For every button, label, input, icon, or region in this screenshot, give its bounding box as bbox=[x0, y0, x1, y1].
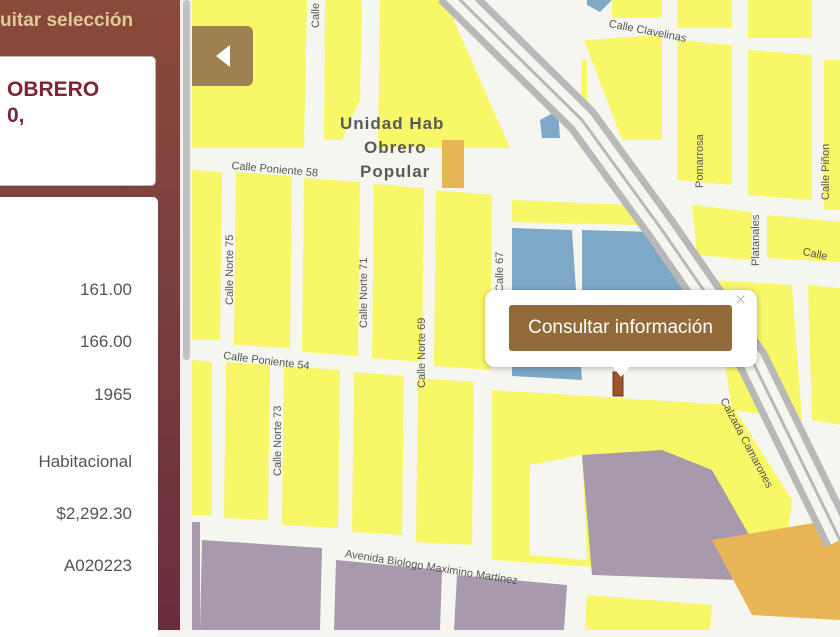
street-label-norte-73: Calle Norte 73 bbox=[272, 405, 284, 476]
map-block bbox=[192, 170, 222, 340]
map-block bbox=[748, 50, 812, 200]
map-block-orange bbox=[442, 140, 464, 188]
clear-selection-link[interactable]: uitar selección bbox=[0, 10, 133, 32]
street-label-calle-pinon: Calle Piñon bbox=[820, 143, 832, 200]
map-block bbox=[282, 366, 340, 528]
map-block bbox=[692, 205, 752, 260]
info-value-2: 166.00 bbox=[80, 332, 132, 351]
info-value-price: $2,292.30 bbox=[56, 504, 132, 523]
map-block-purple bbox=[200, 540, 322, 630]
map-block bbox=[352, 372, 404, 535]
map-block bbox=[416, 378, 474, 545]
street-label-norte-69: Calle Norte 69 bbox=[416, 317, 428, 388]
poi-label-line-2: Obrero bbox=[364, 138, 427, 157]
property-info-card: 161.00 166.00 1965 Habitacional $2,292.3… bbox=[0, 197, 158, 637]
property-title-card: OBRERO 0, bbox=[0, 56, 156, 186]
map-block bbox=[808, 285, 840, 425]
info-value-1: 161.00 bbox=[80, 280, 132, 299]
property-title-line-2: 0, bbox=[7, 104, 25, 127]
street-label-calle-67: Calle 67 bbox=[494, 251, 506, 292]
chevron-left-icon bbox=[215, 45, 230, 67]
close-icon[interactable]: × bbox=[735, 291, 746, 310]
property-title-line-1: OBRERO bbox=[7, 78, 100, 101]
map-block bbox=[224, 362, 270, 520]
street-label-pomarrosa: Pomarrosa bbox=[694, 134, 706, 188]
map-block bbox=[434, 190, 492, 370]
map-block bbox=[748, 0, 812, 38]
map-block-purple bbox=[192, 522, 200, 630]
street-label-norte-71: Calle Norte 71 bbox=[358, 257, 370, 328]
map-popup-tip bbox=[611, 365, 631, 377]
sidebar-panel: uitar selección OBRERO 0, 161.00 166.00 … bbox=[0, 0, 184, 637]
map-block-white bbox=[530, 455, 587, 560]
poi-label-line-1: Unidad Hab bbox=[340, 114, 445, 133]
map-block bbox=[192, 360, 212, 515]
collapse-sidebar-button[interactable] bbox=[192, 26, 253, 86]
map-block bbox=[677, 0, 732, 28]
info-value-use: Habitacional bbox=[38, 452, 132, 471]
poi-label-line-3: Popular bbox=[360, 162, 431, 181]
consult-info-button[interactable]: Consultar información bbox=[509, 305, 732, 351]
info-value-code: A020223 bbox=[63, 556, 132, 575]
sidebar-scrollbar-thumb[interactable] bbox=[183, 0, 190, 360]
street-label-norte-75: Calle Norte 75 bbox=[224, 234, 236, 305]
street-label-calle-top: Calle bbox=[310, 2, 322, 28]
info-value-year: 1965 bbox=[94, 385, 132, 404]
map-block bbox=[302, 178, 360, 356]
map-block bbox=[234, 172, 292, 348]
map-block bbox=[612, 0, 662, 18]
street-label-platanales: Platanales bbox=[750, 214, 762, 266]
